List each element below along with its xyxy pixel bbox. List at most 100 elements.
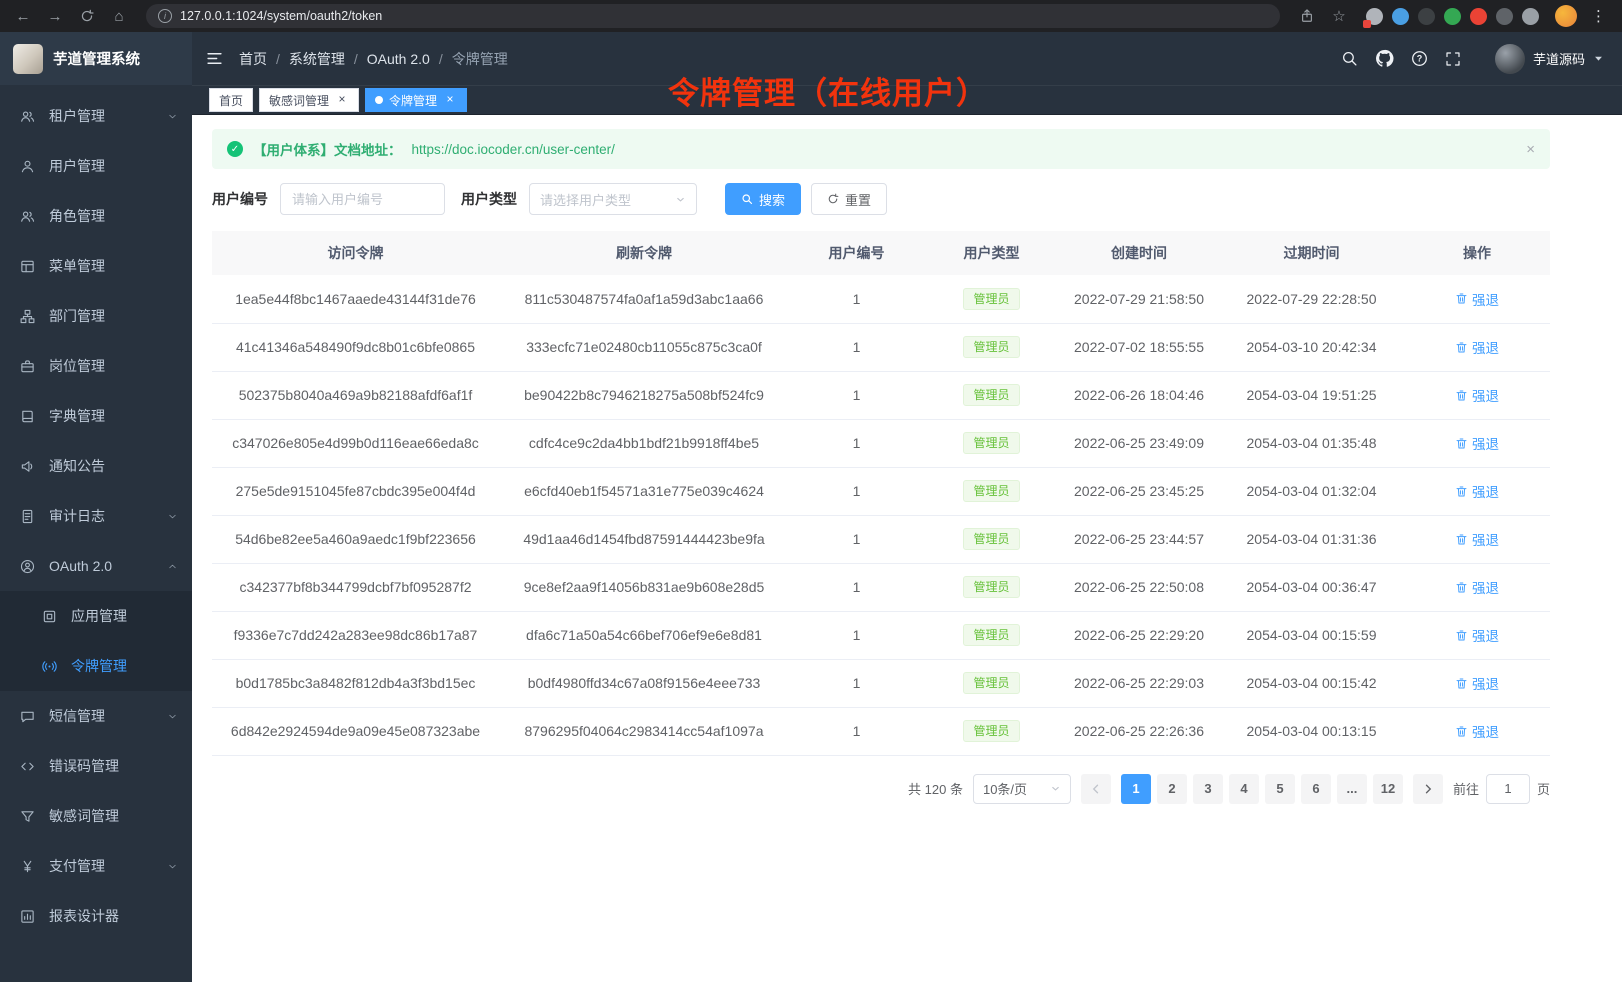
app-logo[interactable]: 芋道管理系统 — [0, 32, 192, 85]
force-logout-label: 强退 — [1472, 673, 1499, 693]
reload-icon[interactable] — [76, 5, 98, 27]
browser-menu-icon[interactable]: ⋮ — [1587, 7, 1610, 25]
close-tab-icon[interactable]: × — [443, 93, 457, 107]
sidebar-item-sms[interactable]: 短信管理 — [0, 691, 192, 741]
user-id-input[interactable] — [280, 183, 445, 215]
breadcrumb-item[interactable]: 令牌管理 — [452, 49, 508, 69]
goto-page-input[interactable] — [1486, 774, 1530, 804]
sidebar-item-report[interactable]: 报表设计器 — [0, 891, 192, 941]
column-header[interactable]: 用户类型 — [924, 231, 1059, 275]
extension-icon[interactable] — [1444, 8, 1461, 25]
site-info-icon[interactable]: i — [158, 9, 172, 23]
fullscreen-icon[interactable] — [1445, 51, 1461, 67]
sidebar-item-sensitive-word[interactable]: 敏感词管理 — [0, 791, 192, 841]
sidebar-item-dept[interactable]: 部门管理 — [0, 291, 192, 341]
force-logout-button[interactable]: 强退 — [1455, 289, 1499, 309]
share-icon[interactable] — [1296, 5, 1318, 27]
github-icon[interactable] — [1375, 49, 1394, 68]
chevron-down-icon — [167, 511, 178, 522]
sidebar-item-label: 租户管理 — [49, 106, 105, 126]
tab-oauth2-token[interactable]: 令牌管理× — [365, 88, 467, 112]
page-button[interactable]: 3 — [1193, 774, 1223, 804]
reset-button[interactable]: 重置 — [811, 183, 887, 215]
hamburger-icon[interactable] — [206, 50, 223, 67]
extension-icon[interactable] — [1522, 8, 1539, 25]
force-logout-button[interactable]: 强退 — [1455, 625, 1499, 645]
sidebar-item-label: 审计日志 — [49, 506, 105, 526]
force-logout-button[interactable]: 强退 — [1455, 529, 1499, 549]
sidebar-item-dict[interactable]: 字典管理 — [0, 391, 192, 441]
user-type-select[interactable]: 请选择用户类型 — [529, 183, 697, 215]
sidebar-item-label: 应用管理 — [71, 606, 127, 626]
sidebar-item-oauth2-app[interactable]: 应用管理 — [0, 591, 192, 641]
sidebar-item-notice[interactable]: 通知公告 — [0, 441, 192, 491]
extension-icon[interactable] — [1392, 8, 1409, 25]
cell-refresh-token: e6cfd40eb1f54571a31e775e039c4624 — [499, 467, 789, 515]
page-button[interactable]: 5 — [1265, 774, 1295, 804]
column-header[interactable]: 刷新令牌 — [499, 231, 789, 275]
help-icon[interactable]: ? — [1411, 50, 1428, 67]
user-menu[interactable]: 芋道源码 — [1495, 44, 1604, 74]
bookmark-star-icon[interactable]: ☆ — [1328, 5, 1350, 27]
force-logout-button[interactable]: 强退 — [1455, 721, 1499, 741]
extension-icon[interactable] — [1470, 8, 1487, 25]
search-button[interactable]: 搜索 — [725, 183, 801, 215]
sidebar-item-error-code[interactable]: 错误码管理 — [0, 741, 192, 791]
extension-icon[interactable] — [1366, 8, 1383, 25]
column-header[interactable]: 用户编号 — [789, 231, 924, 275]
force-logout-button[interactable]: 强退 — [1455, 433, 1499, 453]
breadcrumb-item[interactable]: 系统管理 — [289, 49, 345, 69]
next-page-button[interactable] — [1413, 774, 1443, 804]
sidebar-item-role[interactable]: 角色管理 — [0, 191, 192, 241]
sidebar-item-user[interactable]: 用户管理 — [0, 141, 192, 191]
breadcrumb-item[interactable]: 首页 — [239, 49, 267, 69]
column-header[interactable]: 访问令牌 — [212, 231, 499, 275]
delete-icon — [1455, 725, 1468, 738]
tab-home[interactable]: 首页 — [209, 88, 253, 112]
breadcrumb-item[interactable]: OAuth 2.0 — [367, 51, 430, 67]
force-logout-button[interactable]: 强退 — [1455, 385, 1499, 405]
sidebar-item-pay[interactable]: 支付管理 — [0, 841, 192, 891]
column-header[interactable]: 创建时间 — [1059, 231, 1219, 275]
token-table: 访问令牌刷新令牌用户编号用户类型创建时间过期时间操作 1ea5e44f8bc14… — [212, 231, 1550, 756]
sidebar-item-oauth2-token[interactable]: 令牌管理 — [0, 641, 192, 691]
doc-link[interactable]: https://doc.iocoder.cn/user-center/ — [412, 142, 615, 157]
tab-sensitive-word[interactable]: 敏感词管理× — [259, 88, 359, 112]
force-logout-label: 强退 — [1472, 529, 1499, 549]
page-button[interactable]: 2 — [1157, 774, 1187, 804]
force-logout-button[interactable]: 强退 — [1455, 481, 1499, 501]
cell-expire-time: 2054-03-04 19:51:25 — [1219, 371, 1404, 419]
close-alert-icon[interactable]: × — [1526, 141, 1535, 158]
page-size-select[interactable]: 10条/页 — [973, 774, 1071, 804]
logo-image — [13, 44, 43, 74]
home-icon[interactable]: ⌂ — [108, 5, 130, 27]
sidebar-item-menu[interactable]: 菜单管理 — [0, 241, 192, 291]
search-icon[interactable] — [1341, 50, 1358, 67]
close-tab-icon[interactable]: × — [335, 93, 349, 107]
force-logout-button[interactable]: 强退 — [1455, 337, 1499, 357]
force-logout-button[interactable]: 强退 — [1455, 673, 1499, 693]
cell-create-time: 2022-06-25 22:26:36 — [1059, 707, 1219, 755]
more-pages-button[interactable]: ... — [1337, 774, 1367, 804]
sidebar-item-post[interactable]: 岗位管理 — [0, 341, 192, 391]
cell-refresh-token: be90422b8c7946218275a508bf524fc9 — [499, 371, 789, 419]
user-type-placeholder: 请选择用户类型 — [540, 190, 631, 209]
sidebar-item-tenant[interactable]: 租户管理 — [0, 91, 192, 141]
page-button[interactable]: 12 — [1373, 774, 1403, 804]
extension-icon[interactable] — [1496, 8, 1513, 25]
sidebar-item-audit-log[interactable]: 审计日志 — [0, 491, 192, 541]
url-bar[interactable]: i 127.0.0.1:1024/system/oauth2/token — [146, 4, 1280, 28]
column-header[interactable]: 过期时间 — [1219, 231, 1404, 275]
page-button[interactable]: 4 — [1229, 774, 1259, 804]
page-button[interactable]: 1 — [1121, 774, 1151, 804]
forward-icon[interactable]: → — [44, 5, 66, 27]
cell-user-id: 1 — [789, 371, 924, 419]
column-header[interactable]: 操作 — [1404, 231, 1550, 275]
sidebar-item-oauth2[interactable]: OAuth 2.0 — [0, 541, 192, 591]
back-icon[interactable]: ← — [12, 5, 34, 27]
browser-profile-avatar[interactable] — [1555, 5, 1577, 27]
extension-icon[interactable] — [1418, 8, 1435, 25]
prev-page-button[interactable] — [1081, 774, 1111, 804]
force-logout-button[interactable]: 强退 — [1455, 577, 1499, 597]
page-button[interactable]: 6 — [1301, 774, 1331, 804]
